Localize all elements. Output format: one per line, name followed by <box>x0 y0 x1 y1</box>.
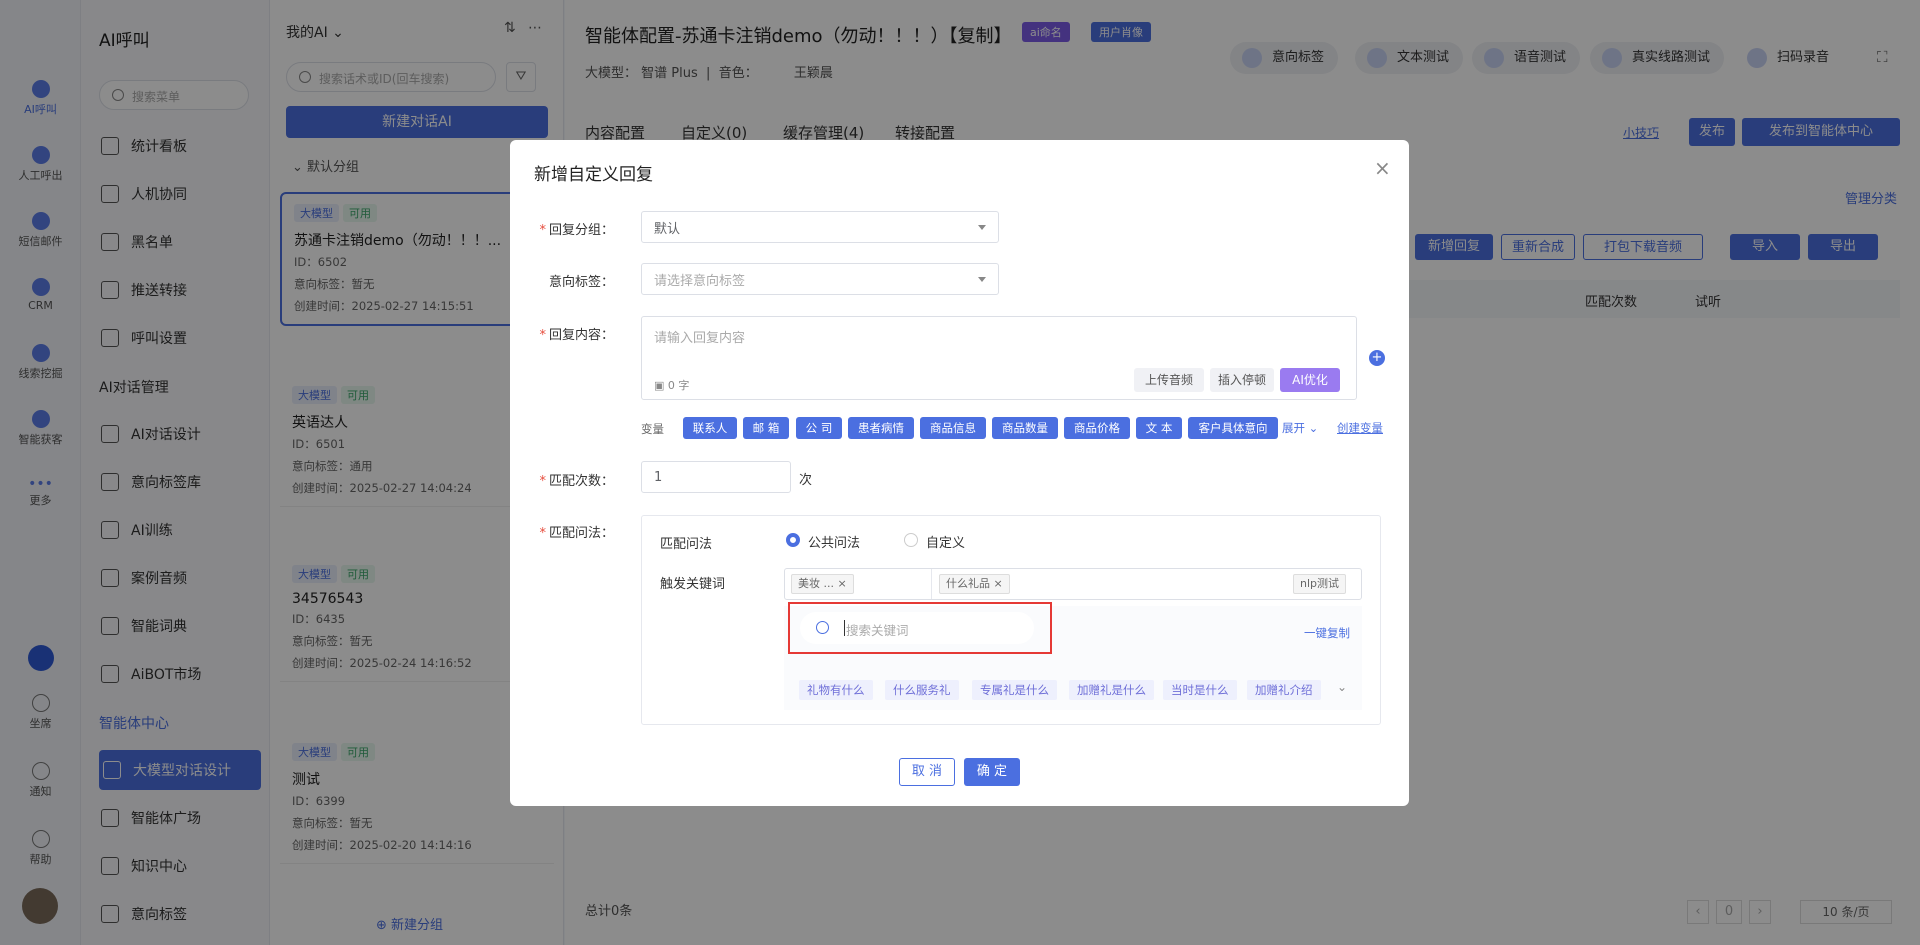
var-text[interactable]: 文 本 <box>1136 417 1182 439</box>
var-email[interactable]: 邮 箱 <box>743 417 789 439</box>
dialog-title: 新增自定义回复 <box>534 165 653 185</box>
var-contact[interactable]: 联系人 <box>683 417 737 439</box>
var-company[interactable]: 公 司 <box>796 417 842 439</box>
expand-vars-link[interactable]: 展开 ⌄ <box>1282 420 1318 436</box>
caret-down-icon <box>978 277 986 282</box>
copy-all-link[interactable]: 一键复制 <box>1304 625 1350 641</box>
group-label: * 回复分组： <box>539 223 614 238</box>
var-product-info[interactable]: 商品信息 <box>920 417 986 439</box>
group-select[interactable]: 默认 <box>641 211 999 243</box>
chevron-down-icon: ⌄ <box>1308 421 1319 435</box>
intent-label: 意向标签： <box>548 275 614 290</box>
keyword-suggestion[interactable]: 什么服务礼 <box>885 680 959 700</box>
keyword-suggestion[interactable]: 礼物有什么 <box>799 680 873 700</box>
match-count-input[interactable]: 1 <box>641 461 791 493</box>
keyword-field[interactable]: 美妆 ... × 什么礼品 × nlp测试 <box>784 568 1362 600</box>
count-unit: 次 <box>799 473 813 488</box>
chevron-down-icon[interactable]: ⌄ <box>1337 680 1347 694</box>
ai-optimize-button[interactable]: AI优化 <box>1280 368 1340 392</box>
close-icon[interactable]: × <box>994 577 1003 590</box>
radio-custom[interactable] <box>904 533 918 547</box>
search-placeholder: 搜索关键词 <box>846 623 909 638</box>
insert-pause-button[interactable]: 插入停顿 <box>1210 368 1274 392</box>
keyword-search-input[interactable]: 搜索关键词 <box>800 612 1034 644</box>
caret-down-icon <box>978 225 986 230</box>
upload-audio-button[interactable]: 上传音频 <box>1134 368 1204 392</box>
add-content-icon[interactable]: + <box>1369 350 1385 366</box>
var-intent[interactable]: 客户具体意向 <box>1188 417 1278 439</box>
keyword-chip[interactable]: 美妆 ... × <box>791 574 854 594</box>
char-count: ▣ 0 字 <box>654 379 690 392</box>
count-label: * 匹配次数： <box>539 474 614 489</box>
add-custom-reply-dialog: 新增自定义回复 × * 回复分组： 默认 意向标签： 请选择意向标签 * 回复内容：… <box>510 140 1409 806</box>
var-product-qty[interactable]: 商品数量 <box>992 417 1058 439</box>
method-inner-label: 匹配问法 <box>660 537 713 552</box>
method-label: * 匹配问法： <box>539 526 614 541</box>
keyword-divider <box>931 569 932 599</box>
intent-select[interactable]: 请选择意向标签 <box>641 263 999 295</box>
variable-label: 变量 <box>641 422 664 436</box>
keyword-suggestion[interactable]: 当时是什么 <box>1163 680 1237 700</box>
trigger-keyword-label: 触发关键词 <box>660 577 726 592</box>
keyword-suggestion[interactable]: 专属礼是什么 <box>972 680 1057 700</box>
search-icon <box>816 621 829 634</box>
keyword-chip[interactable]: 什么礼品 × <box>939 574 1010 594</box>
nlp-test-chip[interactable]: nlp测试 <box>1293 574 1347 594</box>
text-cursor <box>844 620 845 636</box>
content-placeholder: 请输入回复内容 <box>654 331 746 346</box>
var-condition[interactable]: 患者病情 <box>848 417 914 439</box>
radio-custom-label: 自定义 <box>926 536 966 551</box>
cancel-button[interactable]: 取 消 <box>899 758 955 786</box>
keyword-suggestion[interactable]: 加赠礼是什么 <box>1069 680 1154 700</box>
close-icon[interactable]: × <box>1374 156 1391 180</box>
radio-public-label: 公共问法 <box>808 536 861 551</box>
confirm-button[interactable]: 确 定 <box>964 758 1020 786</box>
radio-public[interactable] <box>786 533 800 547</box>
text-icon: ▣ <box>654 379 665 392</box>
close-icon[interactable]: × <box>838 577 847 590</box>
content-label: * 回复内容： <box>539 328 614 343</box>
var-product-price[interactable]: 商品价格 <box>1064 417 1130 439</box>
keyword-suggestion[interactable]: 加赠礼介绍 <box>1247 680 1321 700</box>
create-var-link[interactable]: 创建变量 <box>1337 420 1383 436</box>
